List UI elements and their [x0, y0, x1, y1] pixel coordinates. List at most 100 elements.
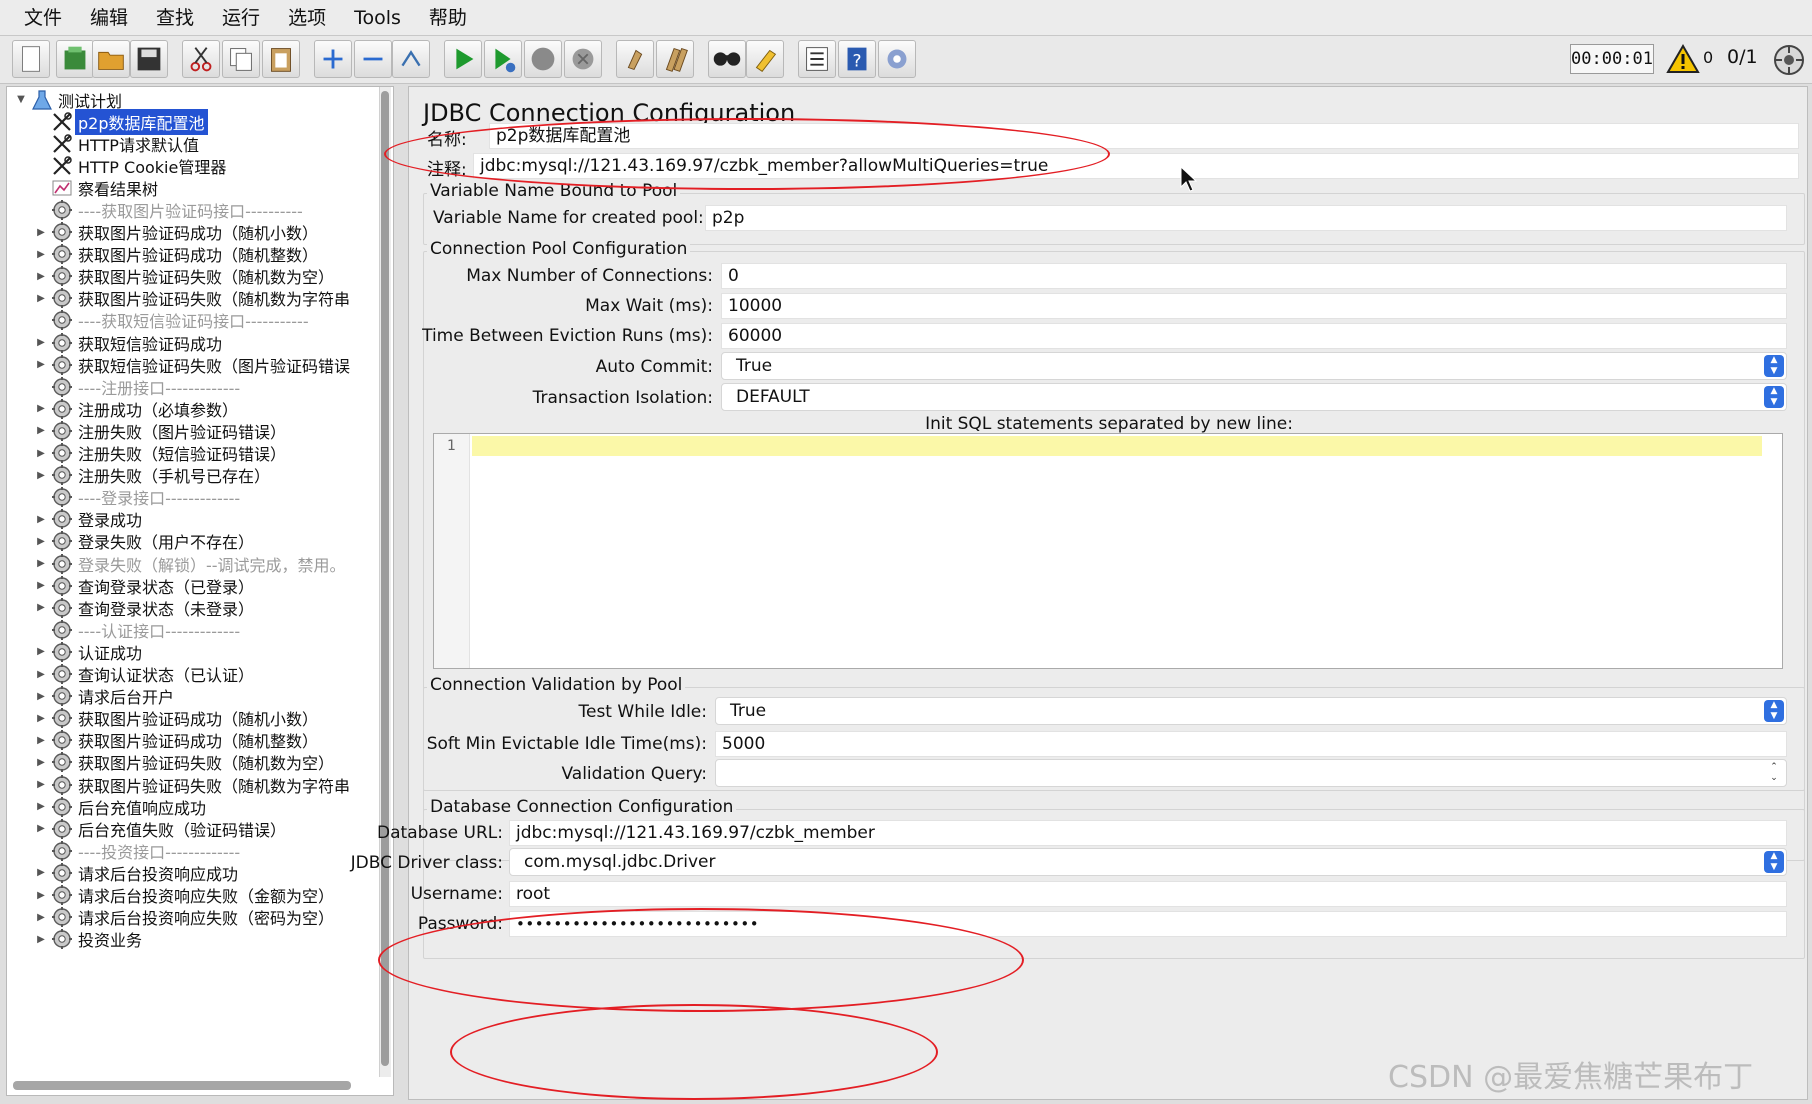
name-field[interactable]: p2p数据库配置池: [489, 123, 1799, 149]
active-threads: 0/1: [1727, 46, 1758, 68]
collapse-button[interactable]: [354, 40, 392, 78]
expand-arrow-icon[interactable]: ▶: [33, 425, 49, 436]
clear-all-button[interactable]: [656, 40, 694, 78]
expand-arrow-icon[interactable]: ▶: [33, 735, 49, 746]
save-button[interactable]: [130, 40, 168, 78]
reset-search-button[interactable]: [746, 40, 784, 78]
jdbc-driver-select[interactable]: com.mysql.jdbc.Driver ▲ ▼: [509, 848, 1787, 876]
expand-arrow-icon[interactable]: ▶: [33, 536, 49, 547]
transaction-controller-icon: [49, 242, 75, 266]
help-button[interactable]: ?: [838, 40, 876, 78]
function-helper-button[interactable]: [798, 40, 836, 78]
expand-button[interactable]: [314, 40, 352, 78]
test-while-idle-select[interactable]: True ▲ ▼: [715, 697, 1787, 725]
transaction-controller-icon: [49, 662, 75, 686]
comment-field[interactable]: jdbc:mysql://121.43.169.97/czbk_member?a…: [473, 153, 1799, 179]
expand-arrow-icon[interactable]: ▶: [33, 801, 49, 812]
expand-arrow-icon[interactable]: ▶: [33, 713, 49, 724]
expand-arrow-icon[interactable]: ▶: [33, 337, 49, 348]
database-url-field[interactable]: jdbc:mysql://121.43.169.97/czbk_member: [509, 820, 1787, 846]
expand-arrow-icon[interactable]: ▶: [33, 271, 49, 282]
test-plan-tree[interactable]: ▼ 测试计划 p2p数据库配置池 HTTP请求默认值 HTTP Cookie管理器察…: [6, 86, 394, 1096]
expand-arrow-icon[interactable]: ▶: [33, 514, 49, 525]
expand-arrow-icon[interactable]: ▶: [33, 227, 49, 238]
shutdown-icon: [572, 48, 594, 70]
transaction-controller-icon: [49, 375, 75, 399]
listener-icon: [49, 176, 75, 200]
stop-button[interactable]: [524, 40, 562, 78]
tree-item[interactable]: ▶ 投资业务: [33, 927, 145, 952]
jdbc-driver-value: com.mysql.jdbc.Driver: [524, 852, 716, 872]
cut-button[interactable]: [182, 40, 220, 78]
help-icon: ?: [847, 47, 867, 72]
open-button[interactable]: [92, 40, 130, 78]
transaction-controller-icon: [49, 198, 75, 222]
expand-arrow-icon[interactable]: ▶: [33, 249, 49, 260]
expand-arrow-icon[interactable]: ▶: [33, 403, 49, 414]
username-field[interactable]: root: [509, 881, 1787, 907]
expand-arrow-icon[interactable]: ▶: [33, 646, 49, 657]
expand-arrow-icon[interactable]: ▶: [33, 602, 49, 613]
menu-item[interactable]: 编辑: [76, 0, 142, 36]
menu-item[interactable]: Tools: [340, 0, 415, 36]
warning-icon[interactable]: [1666, 43, 1700, 75]
copy-button[interactable]: [222, 40, 260, 78]
variable-name-field[interactable]: p2p: [705, 205, 1787, 231]
expand-arrow-icon[interactable]: ▶: [33, 558, 49, 569]
start-button[interactable]: [444, 40, 482, 78]
paste-button[interactable]: [262, 40, 300, 78]
remote-button[interactable]: [878, 40, 916, 78]
start-no-pause-button[interactable]: [484, 40, 522, 78]
templates-icon: [64, 46, 86, 70]
max-wait-field[interactable]: 10000: [721, 293, 1787, 319]
menu-item[interactable]: 运行: [208, 0, 274, 36]
jdbc-driver-label: JDBC Driver class:: [350, 853, 503, 873]
transaction-controller-icon: [49, 596, 75, 620]
transaction-controller-icon: [49, 817, 75, 841]
expand-arrow-icon[interactable]: ▶: [33, 470, 49, 481]
expand-arrow-icon[interactable]: ▶: [33, 691, 49, 702]
validation-group-title: Connection Validation by Pool: [427, 675, 686, 695]
init-sql-editor[interactable]: 1: [433, 433, 1783, 669]
tree-horizontal-scroll-thumb[interactable]: [13, 1081, 351, 1090]
start-no-pause-icon: [495, 48, 516, 73]
expand-arrow-icon[interactable]: ▶: [33, 912, 49, 923]
expand-arrow-icon[interactable]: ▶: [33, 890, 49, 901]
transaction-isolation-select[interactable]: DEFAULT ▲ ▼: [721, 383, 1787, 411]
transaction-controller-icon: [49, 706, 75, 730]
collapse-arrow-icon[interactable]: ▼: [13, 94, 29, 105]
auto-commit-select[interactable]: True ▲ ▼: [721, 352, 1787, 380]
reset-search-icon: [755, 49, 777, 72]
new-button[interactable]: [12, 40, 50, 78]
transaction-controller-icon: [49, 684, 75, 708]
validation-query-select[interactable]: ⌃ ⌄: [715, 759, 1787, 787]
eviction-runs-field[interactable]: 60000: [721, 323, 1787, 349]
transaction-controller-icon: [49, 773, 75, 797]
tree-vertical-scroll-thumb[interactable]: [381, 91, 389, 1066]
expand-arrow-icon[interactable]: ▶: [33, 580, 49, 591]
clear-button[interactable]: [616, 40, 654, 78]
expand-arrow-icon[interactable]: ▶: [33, 359, 49, 370]
expand-arrow-icon[interactable]: ▶: [33, 448, 49, 459]
templates-button[interactable]: [56, 40, 94, 78]
toggle-button[interactable]: [392, 40, 430, 78]
expand-arrow-icon[interactable]: ▶: [33, 867, 49, 878]
split-pane-divider[interactable]: [396, 86, 406, 1096]
menu-item[interactable]: 文件: [10, 0, 76, 36]
expand-arrow-icon[interactable]: ▶: [33, 779, 49, 790]
soft-min-idle-field[interactable]: 5000: [715, 731, 1787, 757]
database-connection-group-title: Database Connection Configuration: [427, 797, 737, 817]
password-field[interactable]: ••••••••••••••••••••••••••: [509, 911, 1787, 937]
shutdown-button[interactable]: [564, 40, 602, 78]
menu-item[interactable]: 帮助: [415, 0, 481, 36]
expand-arrow-icon[interactable]: ▶: [33, 669, 49, 680]
search-button[interactable]: [708, 40, 746, 78]
max-connections-field[interactable]: 0: [721, 263, 1787, 289]
expand-arrow-icon[interactable]: ▶: [33, 934, 49, 945]
menu-item[interactable]: 选项: [274, 0, 340, 36]
expand-arrow-icon[interactable]: ▶: [33, 757, 49, 768]
expand-arrow-icon[interactable]: ▶: [33, 823, 49, 834]
remote-status-icon[interactable]: [1772, 43, 1806, 77]
menu-item[interactable]: 查找: [142, 0, 208, 36]
expand-arrow-icon[interactable]: ▶: [33, 293, 49, 304]
